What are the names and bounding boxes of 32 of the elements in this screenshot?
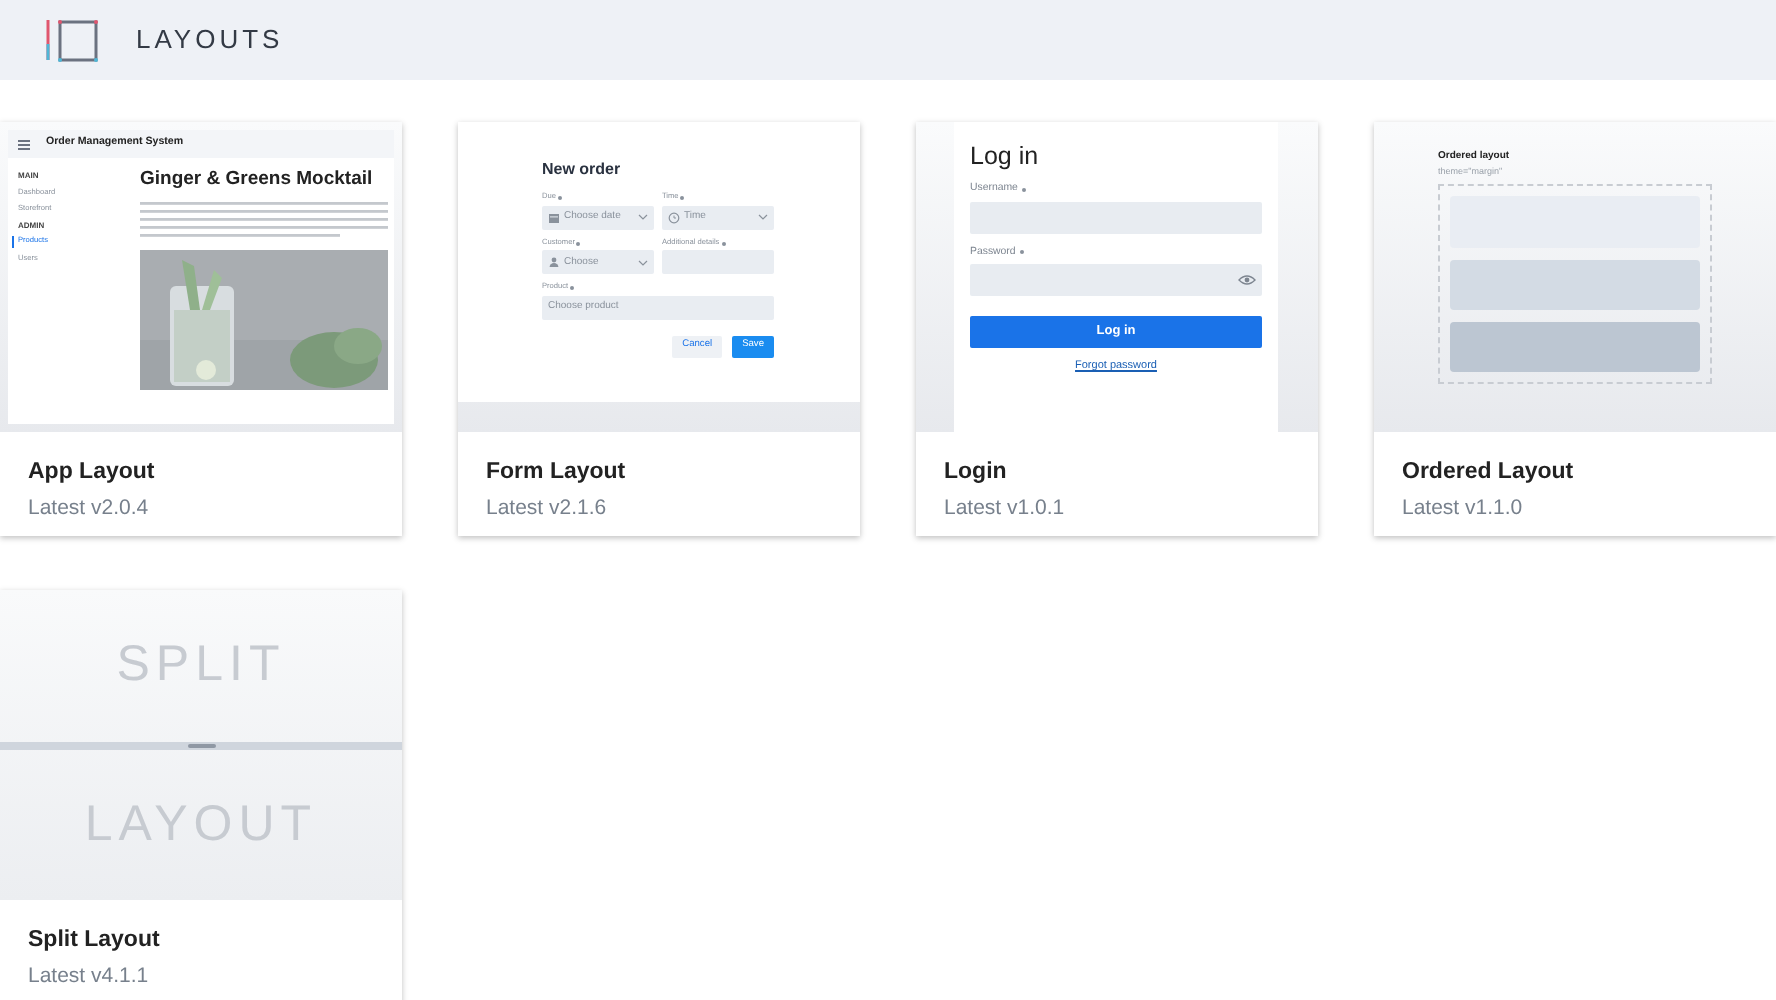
calendar-icon: [548, 211, 560, 224]
card-version: Latest v1.0.1: [944, 494, 1067, 525]
login-title: Log in: [970, 140, 1041, 174]
required-dot: [721, 241, 726, 246]
form-title: New order: [542, 158, 623, 182]
card-version: Latest v4.1.1: [28, 962, 151, 993]
card-version: Latest v2.0.4: [28, 494, 151, 525]
required-dot: [1021, 187, 1026, 192]
card-title: Form Layout: [486, 458, 628, 488]
article-title: Ginger & Greens Mocktail: [140, 166, 375, 194]
required-dot: [680, 195, 685, 200]
clock-icon: [668, 211, 680, 224]
page-title: LAYOUTS: [136, 22, 284, 59]
card-title: Split Layout: [28, 926, 162, 956]
card-version: Latest v2.1.6: [486, 494, 609, 525]
required-dot: [576, 241, 581, 246]
input-field[interactable]: [970, 264, 1262, 297]
required-dot: [1019, 250, 1024, 255]
drag-handle[interactable]: [187, 743, 215, 747]
menu-icon: [18, 139, 30, 149]
person-icon: [548, 256, 560, 269]
caret-icon: [758, 214, 768, 221]
logo-icon: [44, 16, 100, 64]
card-title: App Layout: [28, 458, 157, 488]
required-dot: [570, 286, 575, 291]
eye-icon[interactable]: [1238, 274, 1256, 287]
caret-icon: [638, 214, 648, 221]
card-version: Latest v1.1.0: [1402, 494, 1525, 525]
required-dot: [557, 195, 562, 200]
card-title: Ordered Layout: [1402, 458, 1576, 488]
card-title: Login: [944, 458, 1009, 488]
caret-icon: [638, 259, 648, 266]
